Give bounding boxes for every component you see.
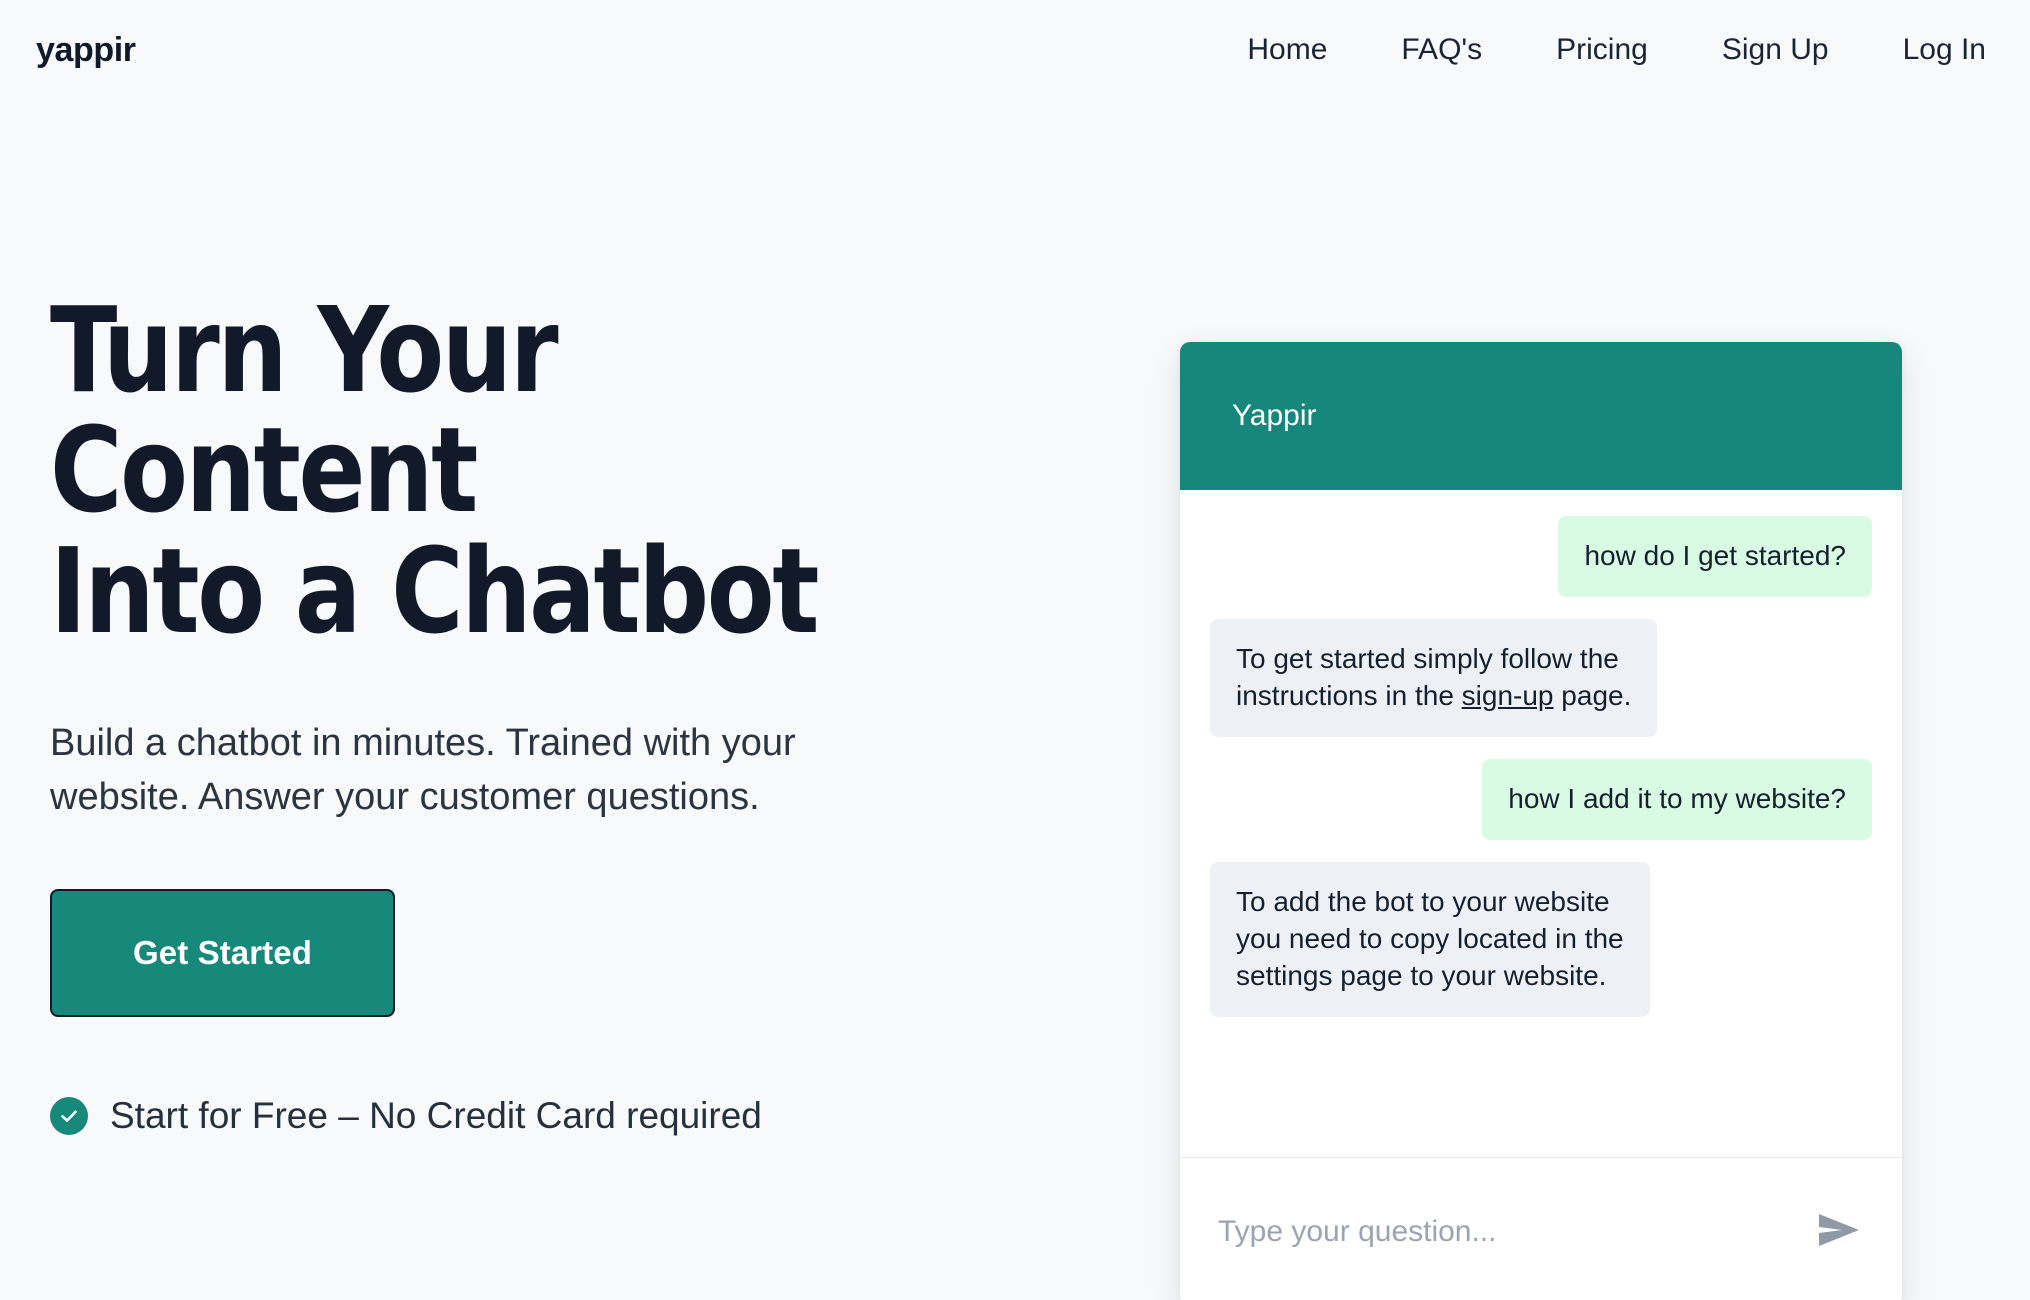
brand-logo[interactable]: yappir [36, 31, 136, 70]
chat-message-text: To get started simply follow the [1236, 642, 1619, 674]
free-trial-assurance: Start for Free – No Credit Card required [50, 1095, 1130, 1137]
chat-bubble-user: how I add it to my website? [1482, 758, 1872, 840]
chat-message-text: how I add it to my website? [1508, 782, 1846, 814]
send-paper-plane-icon [1816, 1210, 1862, 1253]
chat-message-text: settings page to your website. [1236, 959, 1607, 991]
get-started-button[interactable]: Get Started [50, 888, 395, 1017]
nav-link-faqs[interactable]: FAQ's [1401, 33, 1482, 67]
chat-text-after-link: page. [1553, 679, 1632, 711]
chat-text-before-link: instructions in the [1236, 679, 1462, 711]
chat-widget-title: Yappir [1232, 399, 1317, 432]
chat-message-text-with-link: instructions in the sign-up page. [1236, 678, 1631, 715]
chat-widget-column: Yappir how do I get started? To get star… [1180, 100, 1990, 1300]
top-navigation-bar: yappir Home FAQ's Pricing Sign Up Log In [0, 0, 2030, 100]
sign-up-link[interactable]: sign-up [1462, 680, 1554, 711]
nav-link-log-in[interactable]: Log In [1903, 33, 1986, 67]
hero-section: Turn Your Content Into a Chatbot Build a… [40, 100, 1130, 1137]
send-message-button[interactable] [1810, 1204, 1868, 1259]
chat-message-row: To add the bot to your website you need … [1210, 861, 1872, 1017]
primary-nav: Home FAQ's Pricing Sign Up Log In [1247, 33, 1990, 67]
chat-message-text: how do I get started? [1584, 540, 1846, 571]
hero-title-line-1: Turn Your [50, 281, 559, 419]
nav-link-home[interactable]: Home [1247, 33, 1327, 67]
hero-title-line-2: Content [50, 401, 478, 540]
hero-subtitle-line-2: website. Answer your customer questions. [50, 776, 760, 819]
hero-subtitle: Build a chatbot in minutes. Trained with… [50, 717, 1010, 825]
chat-input-bar [1180, 1157, 1902, 1300]
check-circle-icon [50, 1096, 88, 1135]
page-content: Turn Your Content Into a Chatbot Build a… [0, 100, 2030, 1300]
chat-widget-header: Yappir [1180, 342, 1902, 490]
hero-title-line-3: Into a Chatbot [50, 521, 819, 660]
chat-message-text: To add the bot to your website [1236, 885, 1610, 917]
chat-message-row: how I add it to my website? [1210, 758, 1872, 840]
assurance-label: Start for Free – No Credit Card required [110, 1094, 762, 1136]
page-title: Turn Your Content Into a Chatbot [50, 290, 1054, 651]
chat-message-row: To get started simply follow the instruc… [1210, 618, 1872, 737]
hero-subtitle-line-1: Build a chatbot in minutes. Trained with… [50, 722, 796, 765]
chat-message-list: how do I get started? To get started sim… [1180, 490, 1902, 1157]
chat-bubble-bot: To add the bot to your website you need … [1210, 861, 1650, 1017]
nav-link-sign-up[interactable]: Sign Up [1722, 33, 1829, 67]
chat-bubble-user: how do I get started? [1558, 516, 1872, 597]
nav-link-pricing[interactable]: Pricing [1556, 33, 1648, 67]
chat-widget: Yappir how do I get started? To get star… [1180, 342, 1902, 1300]
chat-message-text: you need to copy located in the [1236, 922, 1624, 954]
chat-bubble-bot: To get started simply follow the instruc… [1210, 618, 1658, 737]
chat-message-row: how do I get started? [1210, 516, 1872, 597]
chat-question-input[interactable] [1218, 1214, 1790, 1249]
